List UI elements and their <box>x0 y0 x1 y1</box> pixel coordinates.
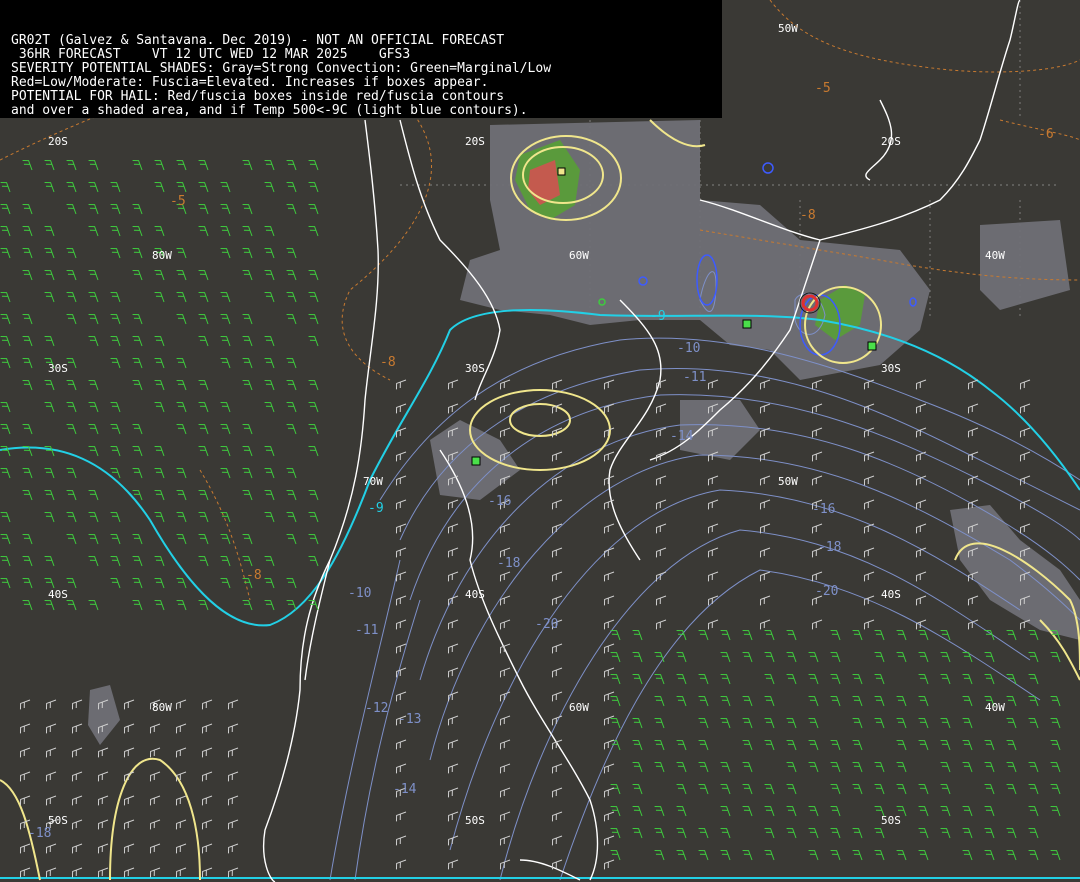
blue-temp-label: -16 <box>488 494 511 509</box>
header-panel: GR02T (Galvez & Santavana. Dec 2019) - N… <box>0 0 722 118</box>
blue-temp-label: -11 <box>355 623 378 638</box>
blue-temp-label: -14 <box>393 782 417 797</box>
orange-temp-label: -8 <box>380 355 396 370</box>
lat-label-40s: 40S <box>881 588 901 601</box>
lon-label-40w: 40W <box>985 701 1005 714</box>
header-hail-line: POTENTIAL FOR HAIL: Red/fuscia boxes ins… <box>11 89 505 104</box>
blue-temp-label: -18 <box>28 826 51 841</box>
blue-temp-label: -18 <box>818 540 841 555</box>
lat-label-50s: 50S <box>465 814 485 827</box>
blue-temp-label: -9 <box>650 309 666 324</box>
lon-label-50w: 50W <box>778 22 798 35</box>
header-shades-line: SEVERITY POTENTIAL SHADES: Gray=Strong C… <box>11 61 552 76</box>
lat-label-40s: 40S <box>465 588 485 601</box>
lat-label-20s: 20S <box>881 135 901 148</box>
header-shades-line-2: Red=Low/Moderate: Fuscia=Elevated. Incre… <box>11 75 489 90</box>
blue-temp-label: -20 <box>815 584 838 599</box>
lat-label-30s: 30S <box>48 362 68 375</box>
yellow-box-marker <box>557 167 566 176</box>
orange-temp-label: -5 <box>170 194 186 209</box>
lon-label-50w: 50W <box>778 475 798 488</box>
blue-temp-label: -9 <box>368 501 384 516</box>
lon-label-80w: 80W <box>152 701 172 714</box>
blue-temp-label: -10 <box>348 586 371 601</box>
lat-label-30s: 30S <box>881 362 901 375</box>
lon-label-60w: 60W <box>569 701 589 714</box>
blue-temp-label: -12 <box>365 701 388 716</box>
blue-temp-label: -14 <box>670 429 694 444</box>
orange-temp-label: -6 <box>1038 127 1054 142</box>
lon-label-70w: 70W <box>363 475 383 488</box>
green-box-marker <box>867 341 877 351</box>
blue-temp-label: -20 <box>535 617 558 632</box>
blue-temp-label: -11 <box>683 370 706 385</box>
orange-temp-label: -8 <box>800 208 816 223</box>
lon-label-40w: 40W <box>985 249 1005 262</box>
blue-temp-label: -16 <box>812 502 835 517</box>
blue-temp-label: -18 <box>497 556 520 571</box>
header-hail-line-2: and over a shaded area, and if Temp 500<… <box>11 103 528 118</box>
orange-temp-label: -5 <box>815 81 831 96</box>
lon-label-80w: 80W <box>152 249 172 262</box>
lon-label-60w: 60W <box>569 249 589 262</box>
header-title-line: GR02T (Galvez & Santavana. Dec 2019) - N… <box>11 33 505 48</box>
lat-label-30s: 30S <box>465 362 485 375</box>
lat-label-20s: 20S <box>465 135 485 148</box>
lat-label-40s: 40S <box>48 588 68 601</box>
severity-map: 20S 20S 20S 30S 30S 30S 40S 40S 40S 50S … <box>0 0 1080 882</box>
lat-label-20s: 20S <box>48 135 68 148</box>
header-forecast-line: 36HR FORECAST VT 12 UTC WED 12 MAR 2025 … <box>11 47 411 62</box>
green-box-marker <box>471 456 481 466</box>
green-box-marker <box>742 319 752 329</box>
blue-temp-label: -10 <box>677 341 700 356</box>
lat-label-50s: 50S <box>881 814 901 827</box>
blue-temp-label: -13 <box>398 712 421 727</box>
orange-temp-label: -8 <box>246 568 262 583</box>
